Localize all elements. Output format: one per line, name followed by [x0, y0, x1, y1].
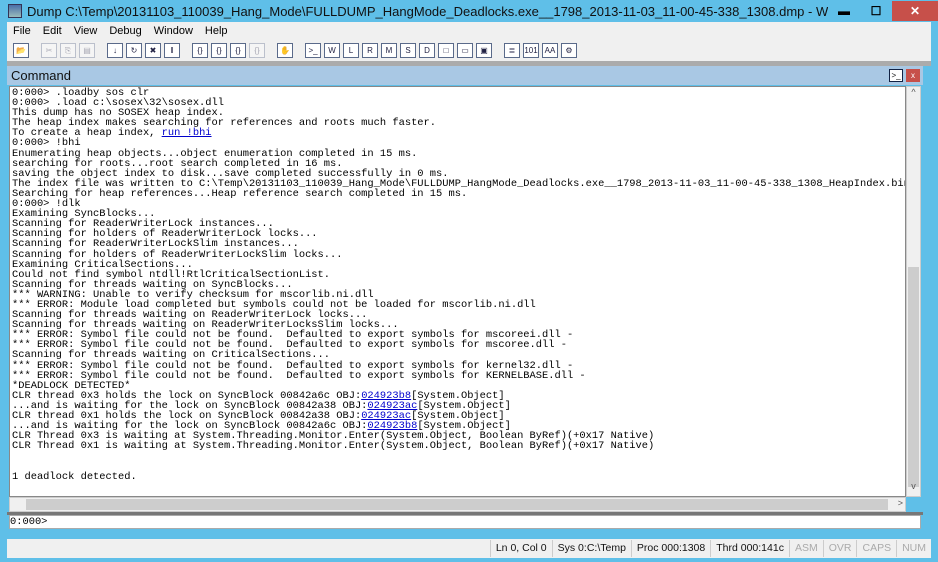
- step-over-icon[interactable]: {}: [211, 43, 227, 58]
- font-icon[interactable]: AA: [542, 43, 558, 58]
- output-line: 1 deadlock detected.: [12, 470, 903, 483]
- status-field: Sys 0:C:\Temp: [551, 540, 631, 557]
- scroll-thumb[interactable]: [26, 499, 888, 510]
- output-line: To create a heap index, run !bhi: [12, 128, 903, 138]
- window-title: Dump C:\Temp\20131103_110039_Hang_Mode\F…: [27, 3, 828, 19]
- close-pane-icon[interactable]: x: [906, 69, 920, 82]
- source-mode-icon[interactable]: ▣: [476, 43, 492, 58]
- menu-file[interactable]: File: [7, 25, 37, 37]
- output-line: *** ERROR: Symbol file could not be foun…: [12, 370, 903, 380]
- output-text: CLR Thread 0x1 is waiting at System.Thre…: [12, 440, 655, 453]
- windbg-app-icon: [8, 4, 22, 18]
- minimize-button[interactable]: ▬: [828, 1, 860, 21]
- menu-bar: File Edit View Debug Window Help: [7, 22, 931, 40]
- output-line: Searching for heap references...Heap ref…: [12, 189, 903, 199]
- status-bar: Ln 0, Col 0 Sys 0:C:\Temp Proc 000:1308 Thr…: [7, 539, 931, 558]
- command-pane-title: Command: [11, 68, 71, 83]
- cut-icon[interactable]: ✂: [41, 43, 57, 58]
- command-window-icon[interactable]: >_: [889, 69, 903, 82]
- restart-icon[interactable]: ↻: [126, 43, 142, 58]
- run-to-cursor-icon[interactable]: {}: [249, 43, 265, 58]
- horizontal-scrollbar[interactable]: >: [9, 497, 906, 512]
- scroll-thumb[interactable]: [908, 267, 919, 487]
- hex-display-icon[interactable]: 101: [523, 43, 539, 58]
- close-button[interactable]: ✕: [892, 1, 938, 21]
- command-output: 0:000> .loadby sos clr 0:000> .load c:\so…: [9, 86, 906, 497]
- call-stack-icon[interactable]: S: [400, 43, 416, 58]
- scroll-right-icon[interactable]: >: [898, 498, 903, 508]
- registers-window-icon[interactable]: R: [362, 43, 378, 58]
- hand-icon[interactable]: ✋: [277, 43, 293, 58]
- dml-link[interactable]: run !bhi: [162, 127, 212, 139]
- title-bar: Dump C:\Temp\20131103_110039_Hang_Mode\F…: [0, 0, 938, 22]
- command-input[interactable]: [53, 516, 920, 528]
- command-prompt: 0:000>: [10, 516, 48, 528]
- open-icon[interactable]: 📂: [13, 43, 29, 58]
- status-field: Ln 0, Col 0: [489, 540, 552, 557]
- scroll-up-icon[interactable]: ^: [907, 87, 920, 102]
- toolbar: 📂 ✂ ⎘ ▤ ↓ ↻ ✖ ‖{}{}{}{} ✋ >_ W L R M S D □ ▭ ▣ ≣ 101 AA ⚙: [7, 40, 931, 61]
- paste-icon[interactable]: ▤: [79, 43, 95, 58]
- menu-window[interactable]: Window: [148, 25, 199, 37]
- output-line: CLR Thread 0x1 is waiting at System.Thre…: [12, 441, 903, 451]
- command-pane-header: Command >_ x: [7, 66, 923, 85]
- status-field: ASM: [788, 540, 823, 557]
- memory-window-icon[interactable]: M: [381, 43, 397, 58]
- scroll-down-icon[interactable]: v: [907, 481, 920, 496]
- watch-window-icon[interactable]: W: [324, 43, 340, 58]
- step-into-icon[interactable]: {}: [192, 43, 208, 58]
- status-field: Proc 000:1308: [630, 540, 710, 557]
- status-field: NUM: [896, 540, 931, 557]
- command-input-row: 0:000>: [9, 515, 921, 529]
- vertical-scrollbar[interactable]: ^ v: [906, 86, 921, 497]
- break-icon[interactable]: ‖: [164, 43, 180, 58]
- status-field: CAPS: [856, 540, 896, 557]
- output-text: 1 deadlock detected.: [12, 470, 137, 483]
- menu-help[interactable]: Help: [199, 25, 234, 37]
- stop-debugging-icon[interactable]: ✖: [145, 43, 161, 58]
- command-window-icon[interactable]: >_: [305, 43, 321, 58]
- status-field: Thrd 000:141c: [710, 540, 789, 557]
- status-field: OVR: [822, 540, 857, 557]
- menu-edit[interactable]: Edit: [37, 25, 68, 37]
- disassembly-icon[interactable]: D: [419, 43, 435, 58]
- copy-icon[interactable]: ⎘: [60, 43, 76, 58]
- step-out-icon[interactable]: {}: [230, 43, 246, 58]
- menu-view[interactable]: View: [68, 25, 104, 37]
- locals-window-icon[interactable]: L: [343, 43, 359, 58]
- processes-threads-icon[interactable]: ▭: [457, 43, 473, 58]
- menu-debug[interactable]: Debug: [103, 25, 147, 37]
- go-icon[interactable]: ↓: [107, 43, 123, 58]
- source-mode-on-icon[interactable]: ≣: [504, 43, 520, 58]
- maximize-button[interactable]: ☐: [860, 1, 892, 21]
- scratch-pad-icon[interactable]: □: [438, 43, 454, 58]
- options-icon[interactable]: ⚙: [561, 43, 577, 58]
